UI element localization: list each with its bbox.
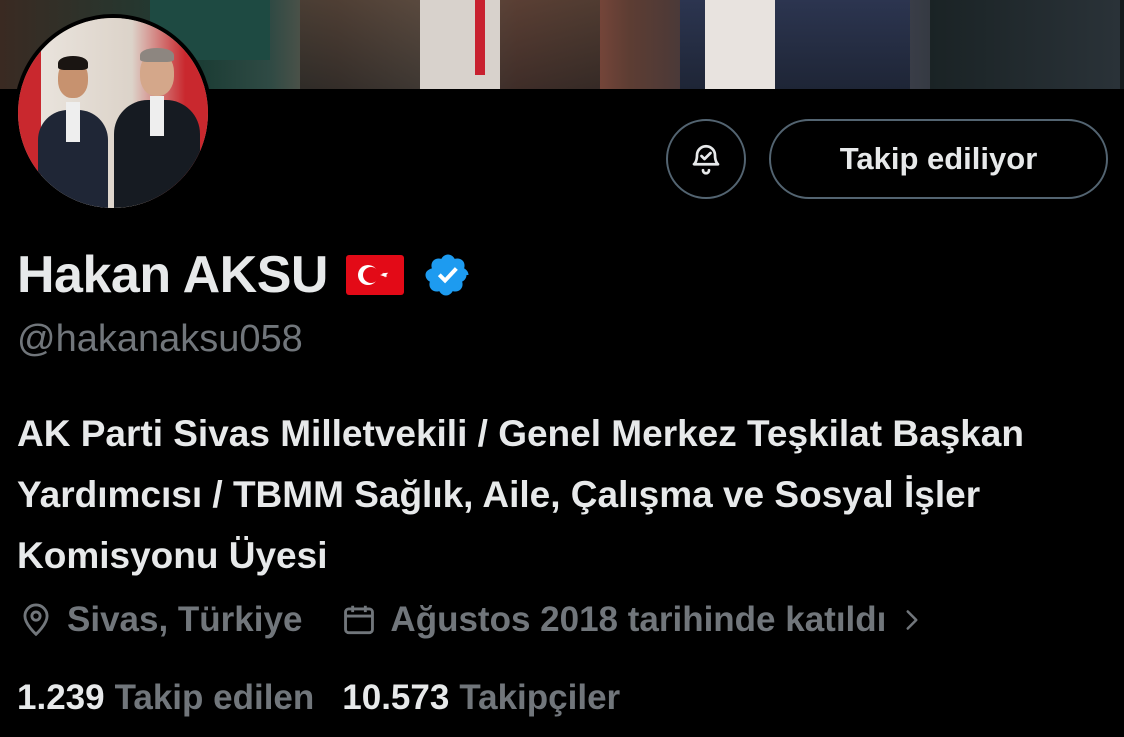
location-text: Sivas, Türkiye [67, 600, 303, 639]
following-label: Takip edilen [114, 678, 315, 717]
following-button[interactable]: Takip ediliyor [769, 119, 1108, 199]
bell-check-icon [692, 144, 720, 175]
followers-count: 10.573 [342, 678, 450, 717]
avatar-shirt-left [66, 102, 80, 142]
following-link[interactable]: 1.239 Takip edilen [17, 678, 314, 718]
following-count: 1.239 [17, 678, 105, 717]
location-item: Sivas, Türkiye [17, 600, 302, 640]
avatar-hair-left [58, 56, 88, 70]
chevron-right-icon [906, 610, 918, 630]
banner-segment [930, 0, 1120, 89]
location-pin-icon [23, 603, 49, 637]
calendar-icon [344, 605, 375, 635]
followers-link[interactable]: 10.573 Takipçiler [342, 678, 620, 718]
banner-segment [475, 0, 485, 75]
profile-meta: Sivas, Türkiye Ağustos 2018 tarihinde ka… [17, 592, 924, 648]
username-handle: @hakanaksu058 [17, 318, 303, 360]
profile-bio: AK Parti Sivas Milletvekili / Genel Merk… [17, 413, 1024, 576]
avatar-hair-right [140, 48, 174, 62]
follow-stats: 1.239 Takip edilen 10.573 Takipçiler [17, 672, 620, 724]
joined-item[interactable]: Ağustos 2018 tarihinde katıldı [302, 600, 924, 640]
verified-badge-icon[interactable] [424, 251, 472, 299]
avatar[interactable] [14, 14, 212, 212]
display-name: Hakan AKSU [17, 246, 328, 304]
turkey-flag-icon [345, 255, 404, 295]
joined-text: Ağustos 2018 tarihinde katıldı [390, 600, 887, 639]
banner-segment [420, 0, 500, 89]
display-name-row: Hakan AKSU [17, 240, 472, 310]
banner-segment [705, 0, 775, 89]
avatar-shirt-right [150, 96, 164, 136]
followers-label: Takipçiler [459, 678, 621, 717]
notifications-button[interactable] [666, 119, 746, 199]
